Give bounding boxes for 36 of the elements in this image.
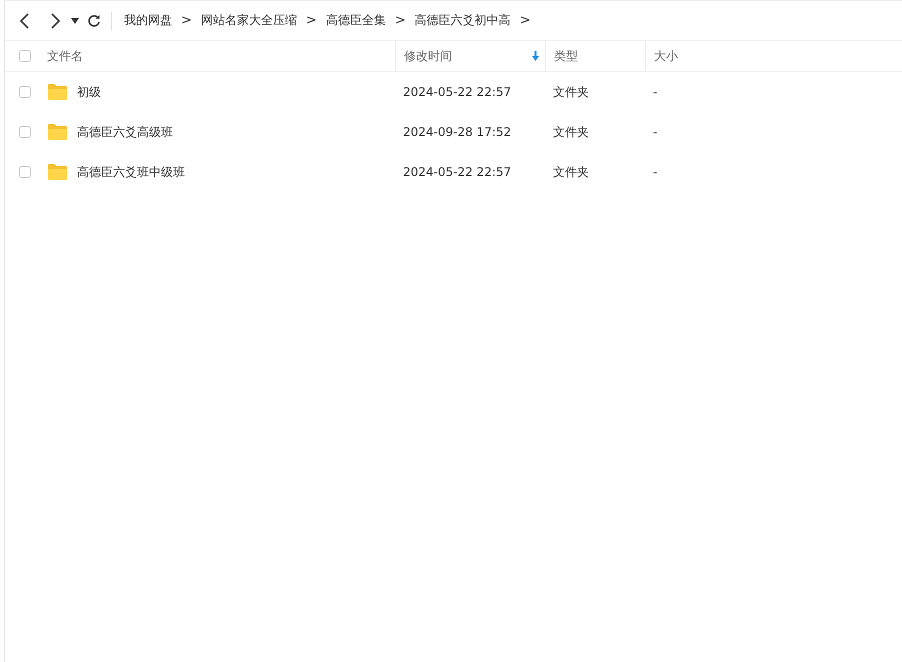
breadcrumb-link[interactable]: 我的网盘 [124,12,172,29]
table-cell-text: 文件夹 [552,164,590,180]
folder-icon [47,163,68,181]
column-header[interactable]: 修改时间 [395,41,545,71]
checkbox[interactable] [19,50,31,62]
checkbox[interactable] [19,166,31,178]
folder-icon [47,123,68,141]
forward-icon[interactable] [49,12,61,28]
breadcrumb-separator: > [394,13,406,28]
checkbox[interactable] [19,86,31,98]
table-cell-text: 2024-09-28 17:52 [402,125,512,139]
breadcrumb-link[interactable]: 网站名家大全压缩 [200,12,297,29]
table-cell-text: 文件夹 [552,84,590,100]
file-name[interactable]: 初级 [77,84,101,100]
breadcrumb-link[interactable]: 高德臣全集 [326,12,386,29]
breadcrumb-separator: > [306,13,317,28]
dropdown-icon[interactable] [71,18,79,24]
breadcrumb-separator: > [181,13,192,28]
file-name[interactable]: 高德臣六爻班中级班 [77,164,185,180]
folder-icon [47,83,68,101]
back-icon[interactable] [19,12,31,28]
table-cell-text: 2024-05-22 22:57 [402,165,512,179]
table-cell-text: - [652,85,658,99]
file-name[interactable]: 高德臣六爻高级班 [77,124,173,140]
checkbox[interactable] [19,126,31,138]
breadcrumb-link[interactable]: 高德臣六爻初中高 [414,12,511,29]
refresh-icon[interactable] [87,14,101,28]
table-cell-text: 2024-05-22 22:57 [402,85,512,99]
sort-descending-icon [532,51,539,61]
column-header[interactable]: 文件名 [47,41,395,71]
table-cell-text: - [652,165,658,179]
breadcrumb-separator: > [520,13,531,28]
table-cell-text: - [652,125,658,139]
table-cell-text: 文件夹 [552,124,590,140]
column-header[interactable]: 类型 [545,41,645,71]
column-header[interactable]: 大小 [645,41,735,71]
